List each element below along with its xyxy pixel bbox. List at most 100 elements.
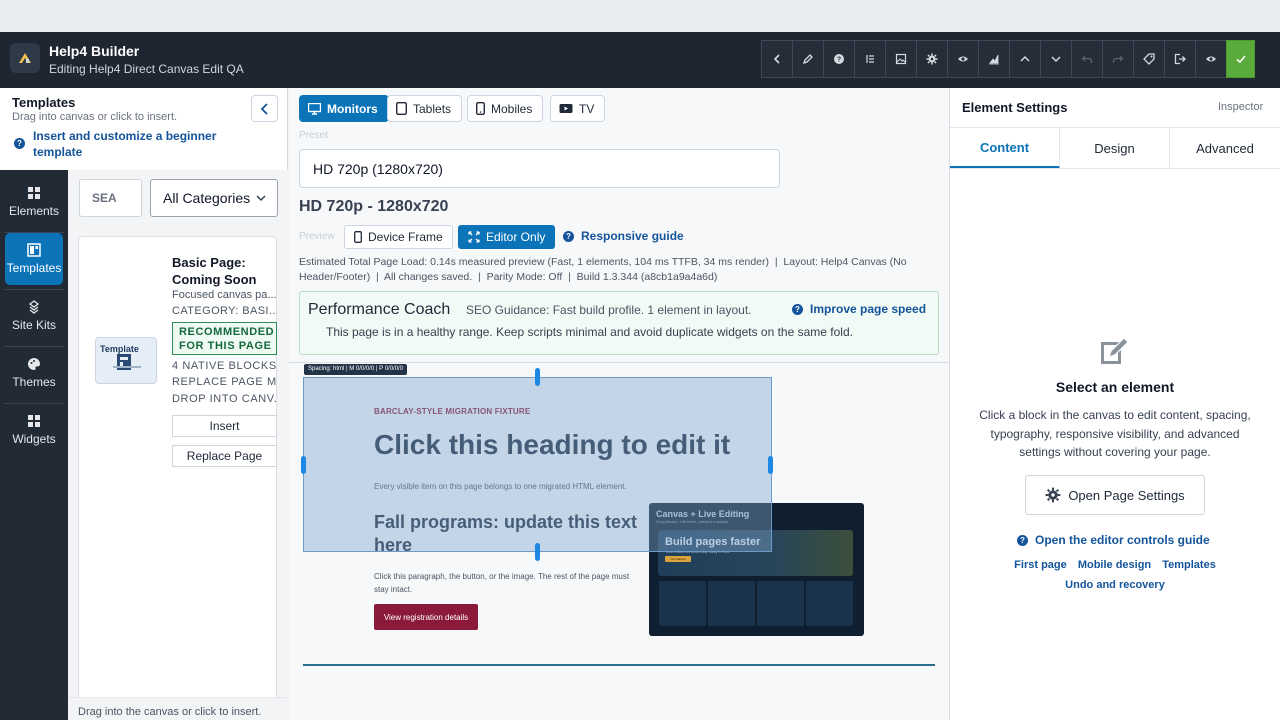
canvas-registration-button[interactable]: View registration details xyxy=(374,604,478,630)
preview-label: Preview xyxy=(299,231,335,242)
image-tile xyxy=(708,581,755,626)
first-page-link[interactable]: First page xyxy=(1014,559,1067,571)
nav-label: Themes xyxy=(12,375,56,389)
device-tv-button[interactable]: TV xyxy=(550,95,606,122)
open-page-settings-button[interactable]: Open Page Settings xyxy=(1025,475,1205,515)
tab-advanced[interactable]: Advanced xyxy=(1170,127,1280,169)
beginner-template-link[interactable]: Insert and customize a beginner template xyxy=(33,128,243,160)
replace-page-button[interactable]: Replace Page xyxy=(172,445,277,467)
preview-eye-icon xyxy=(1206,56,1216,62)
editor-only-label: Editor Only xyxy=(486,230,546,244)
spacing-tag: Spacing: html | M 0/0/0/0 | P 0/0/0/0 xyxy=(304,364,408,375)
template-card-category: CATEGORY: BASI... xyxy=(172,305,277,317)
undo-recovery-link[interactable]: Undo and recovery xyxy=(950,579,1280,591)
tablet-icon xyxy=(396,102,407,115)
navigator-button[interactable] xyxy=(854,40,886,78)
mobile-design-link[interactable]: Mobile design xyxy=(1078,559,1151,571)
mobile-icon xyxy=(354,231,362,243)
move-up-button[interactable] xyxy=(1009,40,1041,78)
resize-handle-left[interactable] xyxy=(301,456,306,474)
tv-icon xyxy=(559,103,573,113)
app-logo xyxy=(10,43,40,73)
responsive-guide-label: Responsive guide xyxy=(581,229,684,243)
template-card-blocks: 4 NATIVE BLOCKS xyxy=(172,360,277,372)
exit-button[interactable] xyxy=(1164,40,1196,78)
improve-speed-label: Improve page speed xyxy=(810,302,927,316)
image-tile xyxy=(659,581,706,626)
template-card-drop: DROP INTO CANV... xyxy=(172,393,277,405)
tags-button[interactable] xyxy=(1133,40,1165,78)
selection-overlay[interactable] xyxy=(303,377,772,552)
responsive-guide-link[interactable]: ? Responsive guide xyxy=(563,229,684,243)
preview-button[interactable] xyxy=(1195,40,1227,78)
editor-guide-link[interactable]: ? Open the editor controls guide xyxy=(1017,533,1210,547)
coach-desc: This page is in a healthy range. Keep sc… xyxy=(326,325,853,339)
device-monitors-button[interactable]: Monitors xyxy=(299,95,389,122)
help-icon: ? xyxy=(14,138,25,149)
check-icon xyxy=(1235,55,1246,64)
edit-button[interactable] xyxy=(792,40,824,78)
chart-icon xyxy=(989,54,999,65)
preset-label: Preset xyxy=(299,130,328,141)
editor-only-button[interactable]: Editor Only xyxy=(458,225,556,249)
gear-icon xyxy=(926,53,938,65)
image-icon xyxy=(895,53,907,65)
list-icon xyxy=(866,55,874,63)
category-select[interactable]: All Categories xyxy=(150,179,278,217)
page-stats: Estimated Total Page Load: 0.14s measure… xyxy=(299,256,907,283)
chevron-up-icon xyxy=(1020,55,1030,62)
redo-button[interactable] xyxy=(1102,40,1134,78)
device-frame-button[interactable]: Device Frame xyxy=(344,225,453,249)
analytics-button[interactable] xyxy=(978,40,1010,78)
resize-handle-right[interactable] xyxy=(768,456,773,474)
publish-button[interactable] xyxy=(1226,40,1255,78)
resize-handle-top[interactable] xyxy=(535,368,540,386)
grid-icon xyxy=(28,187,40,199)
settings-button[interactable] xyxy=(916,40,948,78)
templates-link[interactable]: Templates xyxy=(1162,559,1216,571)
browser-strip xyxy=(0,0,1280,32)
tag-icon xyxy=(1143,53,1155,65)
collapse-panel-button[interactable] xyxy=(251,95,278,122)
device-mobiles-button[interactable]: Mobiles xyxy=(467,95,544,122)
insert-template-button[interactable]: Insert xyxy=(172,415,277,437)
gear-icon xyxy=(1045,487,1061,503)
nav-item-themes[interactable]: Themes xyxy=(5,347,63,399)
widgets-icon xyxy=(28,415,40,427)
improve-speed-link[interactable]: ? Improve page speed xyxy=(792,302,926,316)
recommended-badge: RECOMMENDED FOR THIS PAGE xyxy=(172,322,277,355)
undo-button[interactable] xyxy=(1071,40,1103,78)
back-button[interactable] xyxy=(761,40,793,78)
preset-select[interactable]: HD 720p (1280x720) xyxy=(299,149,780,188)
build-info: Build 1.3.344 (a8cb1a9a4a6d) xyxy=(576,271,718,283)
nav-item-site-kits[interactable]: Site Kits xyxy=(5,290,63,342)
canvas-paragraph[interactable]: Click this paragraph, the button, or the… xyxy=(374,571,639,596)
help-icon: ? xyxy=(1017,534,1028,546)
category-select-value: All Categories xyxy=(163,190,251,206)
image-hero-button: Get started xyxy=(665,556,691,562)
undo-icon xyxy=(1081,55,1093,63)
coach-title: Performance Coach xyxy=(308,301,451,318)
tab-design[interactable]: Design xyxy=(1060,127,1170,169)
tab-content[interactable]: Content xyxy=(950,127,1060,169)
move-down-button[interactable] xyxy=(1040,40,1072,78)
chevron-down-icon xyxy=(256,195,266,202)
parity-mode: Parity Mode: Off xyxy=(486,271,563,283)
media-button[interactable] xyxy=(885,40,917,78)
nav-item-elements[interactable]: Elements xyxy=(5,176,63,228)
device-tablets-button[interactable]: Tablets xyxy=(387,95,463,122)
help-icon: ? xyxy=(792,303,803,315)
resize-handle-bottom[interactable] xyxy=(535,543,540,561)
redo-icon xyxy=(1112,55,1124,63)
nav-label: Elements xyxy=(8,204,60,218)
visibility-button[interactable] xyxy=(947,40,979,78)
nav-item-templates[interactable]: Templates xyxy=(5,233,63,285)
help-button[interactable]: ? xyxy=(823,40,855,78)
help-icon: ? xyxy=(563,230,574,242)
chevron-left-icon xyxy=(260,102,268,115)
tabs-divider xyxy=(950,168,1280,169)
editor-guide-label: Open the editor controls guide xyxy=(1035,533,1210,547)
template-search-input[interactable] xyxy=(79,179,142,217)
nav-item-widgets[interactable]: Widgets xyxy=(5,404,63,456)
save-status: All changes saved. xyxy=(384,271,473,283)
